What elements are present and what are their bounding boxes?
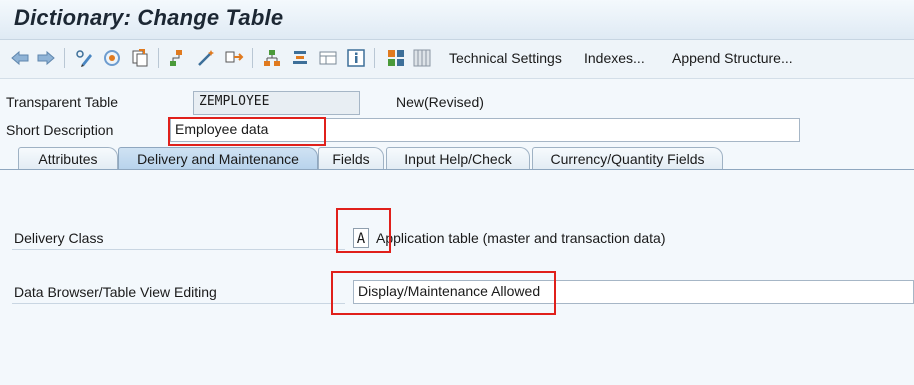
data-browser-label: Data Browser/Table View Editing [14,284,217,300]
short-description-label: Short Description [6,122,114,138]
technical-settings-button[interactable]: Technical Settings [449,50,562,66]
tab-label: Attributes [38,150,98,167]
back-arrow-icon[interactable] [10,48,30,68]
delivery-class-label: Delivery Class [14,230,104,246]
tab-label: Currency/Quantity Fields [550,150,705,167]
highlight-box [331,271,556,315]
magic-wand-icon[interactable] [196,48,216,68]
grid-icon[interactable] [386,48,406,68]
tab-currency-quantity-fields[interactable]: Currency/Quantity Fields [532,147,723,169]
tab-label: Input Help/Check [404,150,512,167]
application-toolbar: Technical Settings Indexes... Append Str… [0,40,914,79]
toolbar-separator [158,48,159,68]
row-divider [12,249,345,250]
highlight-box [336,208,391,253]
object-list-icon[interactable] [262,48,282,68]
tab-input-help-check[interactable]: Input Help/Check [386,147,530,169]
table-name-field: ZEMPLOYEE [193,91,360,115]
tab-fields[interactable]: Fields [318,147,384,169]
highlight-box [168,117,326,146]
delivery-class-description: Application table (master and transactio… [376,230,666,246]
table-type-label: Transparent Table [6,94,119,110]
tab-label: Fields [332,150,370,167]
toolbar-separator [64,48,65,68]
tab-attributes[interactable]: Attributes [18,147,118,169]
hierarchy-icon[interactable] [168,48,188,68]
indexes-button[interactable]: Indexes... [584,50,645,66]
navigation-stack-icon[interactable] [290,48,310,68]
copy-object-icon[interactable] [130,48,150,68]
display-change-icon[interactable] [74,48,94,68]
tab-label: Delivery and Maintenance [137,150,299,167]
table-icon[interactable] [412,48,432,68]
table-status: New(Revised) [396,94,484,110]
graphics-icon[interactable] [318,48,338,68]
append-structure-button[interactable]: Append Structure... [672,50,793,66]
forward-arrow-icon[interactable] [36,48,56,68]
tab-delivery-and-maintenance[interactable]: Delivery and Maintenance [118,147,318,169]
toolbar-separator [374,48,375,68]
row-divider [12,303,345,304]
where-used-icon[interactable] [224,48,244,68]
title-bar: Dictionary: Change Table [0,0,914,40]
activate-icon[interactable] [102,48,122,68]
info-icon[interactable] [346,48,366,68]
toolbar-separator [252,48,253,68]
window-title: Dictionary: Change Table [14,5,284,30]
